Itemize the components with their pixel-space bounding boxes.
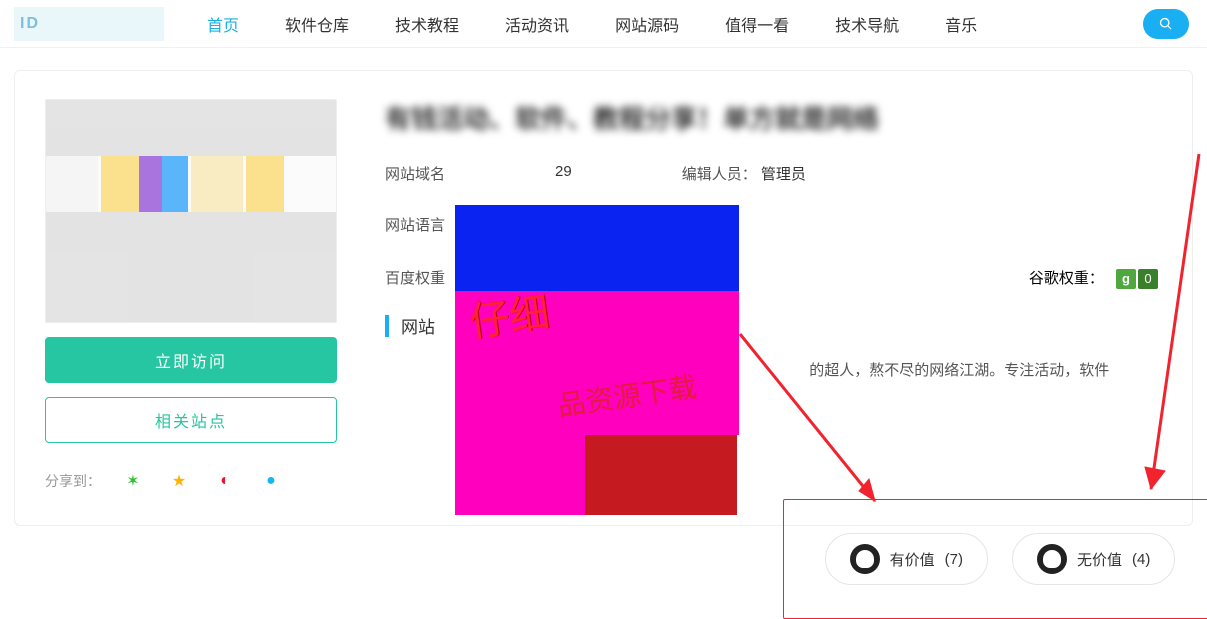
nav-software[interactable]: 软件仓库 — [262, 0, 372, 48]
related-sites-button[interactable]: 相关站点 — [45, 397, 337, 443]
share-label: 分享到： — [45, 471, 101, 491]
domain-label: 网站域名 — [385, 166, 445, 183]
vote-helpful-count: (7) — [945, 551, 963, 568]
annotation-arrow-right — [1131, 149, 1207, 509]
vote-box: 有价值 (7) 无价值 (4) — [783, 499, 1207, 619]
nav-events[interactable]: 活动资讯 — [482, 0, 592, 48]
nav-home[interactable]: 首页 — [184, 0, 262, 48]
annotation-arrow-left — [735, 329, 895, 519]
vote-helpful-label: 有价值 — [890, 549, 935, 570]
nav-technavi[interactable]: 技术导航 — [812, 0, 922, 48]
nav-items: 首页 软件仓库 技术教程 活动资讯 网站源码 值得一看 技术导航 音乐 — [184, 0, 1143, 48]
editor-value: 管理员 — [761, 166, 806, 183]
meta-row-1: 网站域名 29 编辑人员： 管理员 — [385, 163, 1158, 184]
nav-tutorial[interactable]: 技术教程 — [372, 0, 482, 48]
share-qq-icon[interactable]: ● — [257, 467, 285, 495]
search-icon — [1159, 17, 1173, 31]
nav-worth[interactable]: 值得一看 — [702, 0, 812, 48]
nav-music[interactable]: 音乐 — [922, 0, 1000, 48]
share-weibo-icon[interactable]: ◐ — [211, 467, 239, 495]
redaction-block-blue — [455, 205, 739, 291]
vote-unhelpful-icon — [1037, 544, 1067, 574]
share-row: 分享到： ✶ ★ ◐ ● — [45, 467, 337, 495]
baidu-weight-label: 百度权重 — [385, 267, 445, 289]
editor-label: 编辑人员： — [682, 166, 757, 183]
publish-date-fragment: 29 — [555, 163, 572, 184]
search-button[interactable] — [1143, 9, 1189, 39]
top-nav: ID 首页 软件仓库 技术教程 活动资讯 网站源码 值得一看 技术导航 音乐 — [0, 0, 1207, 48]
vote-helpful-button[interactable]: 有价值 (7) — [825, 533, 988, 585]
nav-source[interactable]: 网站源码 — [592, 0, 702, 48]
site-thumbnail — [45, 99, 337, 323]
visit-button[interactable]: 立即访问 — [45, 337, 337, 383]
redaction-block-magenta-2 — [455, 435, 585, 515]
share-qzone-icon[interactable]: ★ — [165, 467, 193, 495]
vote-unhelpful-button[interactable]: 无价值 (4) — [1012, 533, 1175, 585]
vote-helpful-icon — [850, 544, 880, 574]
detail-card: 立即访问 相关站点 分享到： ✶ ★ ◐ ● 有钱活动、软件、教程分享！单方就是… — [14, 70, 1193, 526]
site-logo[interactable]: ID — [14, 7, 164, 41]
page-title: 有钱活动、软件、教程分享！单方就是网络 — [385, 99, 1158, 141]
redaction-block-magenta — [455, 291, 739, 435]
google-weight-label: 谷歌权重： — [1029, 270, 1104, 287]
share-wechat-icon[interactable]: ✶ — [119, 467, 147, 495]
redaction-block-red — [585, 435, 737, 515]
vote-unhelpful-label: 无价值 — [1077, 549, 1122, 570]
left-column: 立即访问 相关站点 分享到： ✶ ★ ◐ ● — [45, 99, 337, 495]
vote-unhelpful-count: (4) — [1132, 551, 1150, 568]
language-label: 网站语言 — [385, 217, 445, 234]
